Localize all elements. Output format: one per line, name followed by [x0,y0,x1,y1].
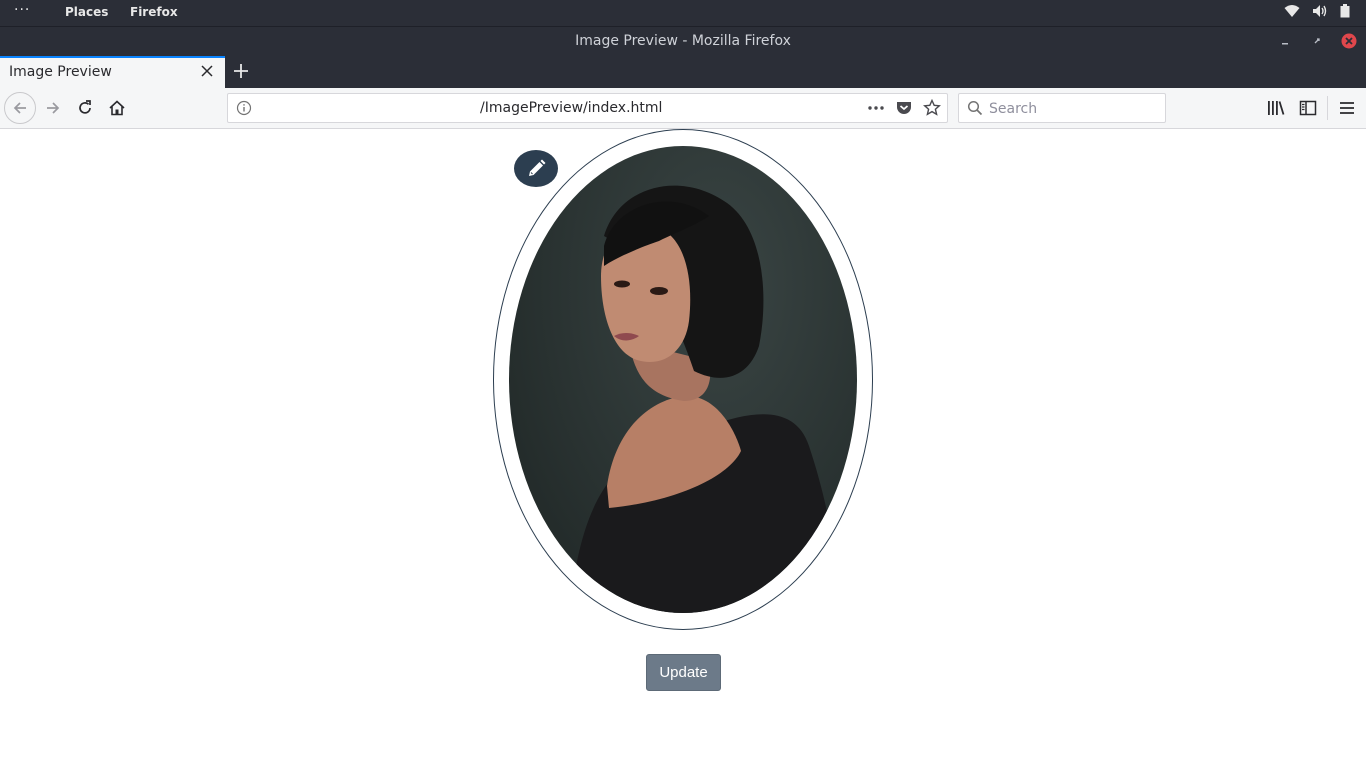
system-top-bar: ··· Places Firefox [0,0,1366,26]
tab-strip: Image Preview [0,56,1366,88]
pencil-icon [529,159,546,176]
back-button[interactable] [4,92,36,124]
edit-image-button[interactable] [514,150,558,187]
window-titlebar: Image Preview - Mozilla Firefox [0,26,1366,56]
update-button[interactable]: Update [646,654,721,691]
toolbar-divider [1327,96,1328,120]
hamburger-menu-icon[interactable] [1337,98,1357,118]
reload-button[interactable] [70,93,100,123]
minimize-button[interactable] [1276,32,1294,50]
address-bar[interactable]: /ImagePreview/index.html [227,93,948,123]
app-menu-firefox[interactable]: Firefox [130,5,178,19]
battery-icon [1340,4,1350,18]
window-title: Image Preview - Mozilla Firefox [575,33,791,49]
minimize-icon [1282,43,1288,45]
volume-icon [1313,5,1327,17]
tab-image-preview[interactable]: Image Preview [0,56,225,88]
library-icon[interactable] [1266,98,1286,118]
page-content: Update [0,129,1366,768]
tab-close-icon[interactable] [199,63,215,79]
maximize-button[interactable] [1308,32,1326,50]
search-icon [967,100,983,116]
profile-image [509,146,857,613]
activities-button[interactable]: ··· [14,2,30,18]
page-actions [867,99,941,117]
search-input[interactable] [989,99,1159,119]
tab-label: Image Preview [9,64,112,80]
wifi-icon [1284,5,1300,17]
home-icon [109,100,125,116]
back-arrow-icon [13,102,26,114]
new-tab-icon[interactable] [231,61,251,81]
close-icon [1341,33,1357,49]
page-actions-menu-icon[interactable] [867,99,885,117]
places-menu[interactable]: Places [65,5,108,19]
pocket-icon[interactable] [895,99,913,117]
forward-button[interactable] [38,93,68,123]
system-status-area[interactable] [1284,4,1350,18]
portrait-illustration [569,185,839,613]
bookmark-star-icon[interactable] [923,99,941,117]
restore-icon [1314,38,1320,44]
forward-arrow-icon [47,102,60,114]
sidebar-icon[interactable] [1298,98,1318,118]
home-button[interactable] [102,93,132,123]
navigation-toolbar: /ImagePreview/index.html [0,88,1366,129]
site-info-icon[interactable] [236,100,252,116]
search-bar[interactable] [958,93,1166,123]
url-text[interactable]: /ImagePreview/index.html [480,100,662,116]
reload-icon [79,100,91,114]
close-window-button[interactable] [1340,32,1358,50]
